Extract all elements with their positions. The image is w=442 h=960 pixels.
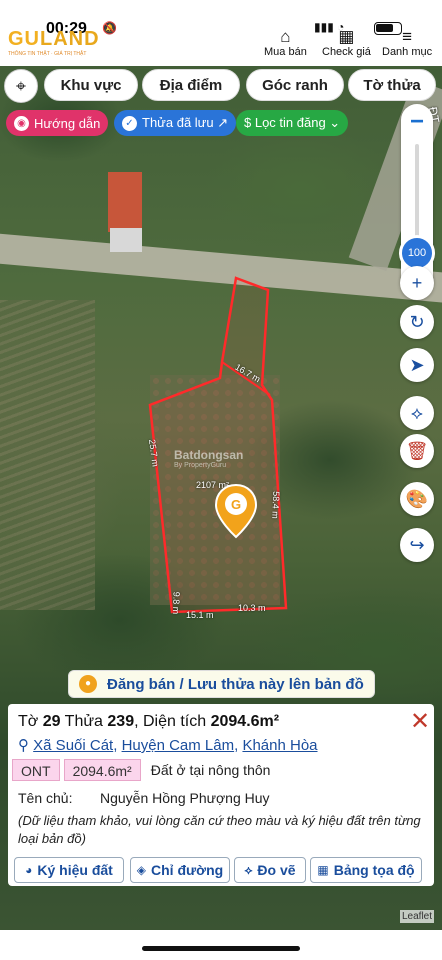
map-attribution[interactable]: Leaflet bbox=[400, 910, 435, 923]
map-pin-icon: ● bbox=[79, 675, 97, 693]
nav-mua-ban[interactable]: ⌂ Mua bán bbox=[264, 27, 307, 59]
menu-icon: ≡ bbox=[402, 27, 413, 46]
app-header: 00:29 🔕 GULAND THÔNG TIN THẬT · GIÁ TRỊ … bbox=[0, 0, 442, 66]
saved-lots-button[interactable]: ✓ Thửa đã lưu ↗ bbox=[114, 110, 237, 136]
plus-icon: + bbox=[411, 272, 423, 293]
layers-palette-button[interactable]: 🎨 bbox=[400, 482, 434, 516]
edge-label: 9.8 m bbox=[170, 591, 182, 615]
palette-icon: ◕ bbox=[25, 863, 33, 877]
trash-icon: 🗑 bbox=[405, 440, 429, 461]
palette-icon: 🎨 bbox=[405, 488, 429, 509]
home-indicator[interactable] bbox=[142, 946, 300, 951]
post-parcel-button[interactable]: ● Đăng bán / Lưu thửa này lên bản đồ bbox=[68, 670, 375, 698]
edge-label: 58.4 m bbox=[270, 491, 282, 519]
directions-button[interactable]: ◈ Chỉ đường bbox=[130, 857, 230, 883]
delete-button[interactable]: 🗑 bbox=[400, 434, 434, 468]
price-check-icon: ▦ bbox=[338, 27, 355, 46]
refresh-button[interactable]: ↻ bbox=[400, 305, 434, 339]
house-icon: ⌂ bbox=[280, 27, 291, 46]
parcel-title: Tờ 29 Thửa 239, Diện tích 2094.6m² bbox=[18, 713, 280, 730]
navigation-arrow-icon: ➤ bbox=[409, 354, 425, 375]
land-desc: Đất ở tại nông thôn bbox=[150, 762, 271, 778]
table-icon: ▦ bbox=[317, 863, 329, 877]
edge-label: 10.3 m bbox=[238, 603, 266, 613]
land-code-badge: ONT bbox=[12, 759, 60, 781]
watermark: Batdongsan By PropertyGuru bbox=[174, 448, 244, 469]
checkbox-icon: ✓ bbox=[122, 115, 137, 131]
bell-muted-icon: 🔕 bbox=[102, 21, 117, 35]
share-icon: ↪ bbox=[409, 534, 425, 555]
my-location-button[interactable]: ⌖ bbox=[4, 69, 38, 103]
land-area-badge: 2094.6m² bbox=[63, 759, 141, 781]
province-link[interactable]: Khánh Hòa bbox=[242, 737, 317, 754]
coordinates-table-button[interactable]: ▦ Bảng tọa độ bbox=[310, 857, 422, 883]
parcel-info-panel: Tờ 29 Thửa 239, Diện tích 2094.6m² ✕ ⚲ X… bbox=[8, 704, 434, 886]
chip-dia-diem[interactable]: Địa điểm bbox=[142, 69, 240, 101]
record-icon: ◉ bbox=[14, 115, 29, 131]
app-screen: 16.7 m 25.7 m 58.4 m 9.8 m 15.1 m 10.3 m… bbox=[0, 0, 442, 960]
chip-goc-ranh[interactable]: Góc ranh bbox=[246, 69, 344, 101]
logo-tagline: THÔNG TIN THẬT · GIÁ TRỊ THẬT bbox=[8, 51, 87, 57]
map-pin-icon[interactable]: G bbox=[214, 483, 258, 539]
chip-to-thua[interactable]: Tờ thửa bbox=[348, 69, 436, 101]
directions-icon: ◈ bbox=[136, 863, 147, 877]
crosshair-icon: ⌖ bbox=[15, 75, 27, 96]
zoom-in-button[interactable]: + bbox=[400, 266, 434, 300]
draw-tool-icon: ⟡ bbox=[244, 862, 253, 877]
land-type-row: ONT 2094.6m² Đất ở tại nông thôn bbox=[12, 759, 270, 781]
measure-button[interactable]: ⟡ Đo vẽ bbox=[234, 857, 306, 883]
land-symbol-button[interactable]: ◕ Ký hiệu đất bbox=[14, 857, 124, 883]
draw-tool-button[interactable]: ⟡ bbox=[400, 396, 434, 430]
close-icon[interactable]: ✕ bbox=[410, 707, 430, 736]
location-pin-icon: ⚲ bbox=[18, 737, 29, 754]
refresh-icon: ↻ bbox=[409, 311, 425, 332]
guland-logo[interactable]: GULAND bbox=[8, 28, 100, 51]
owner-label: Tên chủ: bbox=[18, 790, 73, 806]
parcel-address: ⚲ Xã Suối Cát, Huyện Cam Lâm, Khánh Hòa bbox=[18, 737, 318, 754]
guide-button[interactable]: ◉ Hướng dẫn bbox=[6, 110, 109, 136]
zoom-out-icon[interactable]: − bbox=[401, 108, 433, 136]
share-button[interactable]: ↪ bbox=[400, 528, 434, 562]
svg-text:G: G bbox=[231, 497, 241, 512]
navigate-button[interactable]: ➤ bbox=[400, 348, 434, 382]
nav-check-gia[interactable]: ▦ Check giá bbox=[322, 27, 371, 59]
filter-bar: ⌖ Khu vực Địa điểm Góc ranh Tờ thửa bbox=[0, 67, 442, 105]
draw-tool-icon: ⟡ bbox=[411, 402, 423, 423]
district-link[interactable]: Huyện Cam Lâm bbox=[122, 737, 235, 754]
disclaimer-note: (Dữ liệu tham khảo, vui lòng căn cứ theo… bbox=[18, 813, 421, 846]
ward-link[interactable]: Xã Suối Cát bbox=[33, 737, 113, 754]
nav-danh-muc[interactable]: ≡ Danh mục bbox=[382, 27, 432, 59]
owner-name: Nguyễn Hồng Phượng Huy bbox=[100, 790, 270, 806]
chip-khu-vuc[interactable]: Khu vực bbox=[44, 69, 138, 101]
filter-listings-button[interactable]: $ Lọc tin đăng ⌄ bbox=[236, 110, 349, 136]
edge-label: 15.1 m bbox=[186, 610, 214, 620]
